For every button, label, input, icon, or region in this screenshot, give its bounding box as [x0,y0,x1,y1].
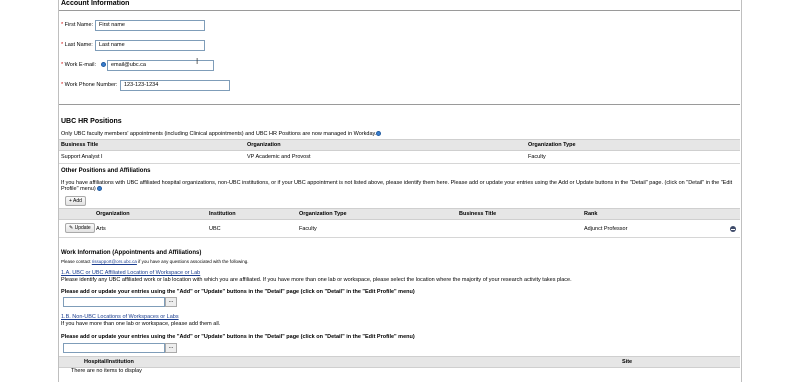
column-header: Organization Type [528,142,576,148]
section-b-description: If you have more than one lab or workspa… [61,321,221,327]
lookup-button[interactable]: ... [165,343,177,353]
table-cell: UBC [209,226,221,232]
workspace-field[interactable] [63,297,165,307]
non-ubc-workspace-field[interactable] [63,343,165,353]
column-header: Organization [247,142,281,148]
column-header: Institution [209,211,236,217]
hr-positions-note: Only UBC faculty members' appointments (… [61,131,377,137]
edit-icon: ✎ [69,225,74,231]
phone-label: * Work Phone Number: [61,82,118,88]
info-icon[interactable] [97,186,102,191]
column-header: Site [622,359,633,365]
table-cell: Support Analyst I [61,154,103,160]
column-header: Business Title [459,211,497,217]
table-cell: Arts [96,226,106,232]
work-info-title: Work Information (Appointments and Affil… [61,250,202,256]
table-cell: Faculty [299,226,317,232]
plus-icon: + [69,198,72,204]
info-icon[interactable] [101,62,106,67]
table-cell: Adjunct Professor [584,226,628,232]
email-label: * Work E-mail: [61,62,97,68]
column-header: Hospital/Institution [84,359,134,365]
work-info-contact: Please contact rissupport@ors.ubc.ca if … [61,259,249,264]
section-a-instruction: Please add or update your entries using … [61,289,415,295]
section-a-description: Please identify any UBC affiliated work … [61,277,572,283]
table-cell: VP Academic and Provost [247,154,311,160]
divider [59,237,740,238]
first-name-input[interactable]: First name [95,20,205,31]
divider [59,104,740,105]
section-b-link[interactable]: 1.B. Non-UBC Locations of Workspaces or … [61,314,179,320]
other-positions-title: Other Positions and Affiliations [61,168,151,174]
lookup-button[interactable]: ... [165,297,177,307]
other-positions-note: If you have affiliations with UBC affili… [61,180,733,186]
hr-positions-title: UBC HR Positions [61,118,122,125]
info-icon[interactable] [376,131,381,136]
last-name-label: * Last Name: [61,42,93,48]
column-header: Organization [96,211,130,217]
text-cursor-icon: I [196,57,199,66]
add-button[interactable]: + Add [65,196,86,206]
divider [59,163,740,164]
column-header: Rank [584,211,598,217]
phone-input[interactable]: 123-123-1234 [120,80,230,91]
table-cell: Faculty [528,154,546,160]
affiliations-table-header: Organization Institution Organization Ty… [59,208,740,220]
account-section-title: Account Information [61,0,130,7]
column-header: Organization Type [299,211,347,217]
contact-email-link[interactable]: rissupport@ors.ubc.ca [92,259,137,264]
empty-table-message: There are no items to display [71,368,142,374]
hr-table-header: Business Title Organization Organization… [59,139,740,151]
first-name-label: * First Name: [61,22,94,28]
last-name-input[interactable]: Last name [95,40,205,51]
other-positions-note-cont: Profile" menu) [61,186,96,192]
section-b-instruction: Please add or update your entries using … [61,334,415,340]
section-a-link[interactable]: 1.A. UBC or UBC Affiliated Location of W… [61,270,200,276]
divider [59,10,740,11]
remove-icon[interactable] [730,226,736,232]
column-header: Business Title [61,142,99,148]
update-button[interactable]: ✎ Update [65,223,95,233]
locations-table-header: Hospital/Institution Site [59,356,740,368]
